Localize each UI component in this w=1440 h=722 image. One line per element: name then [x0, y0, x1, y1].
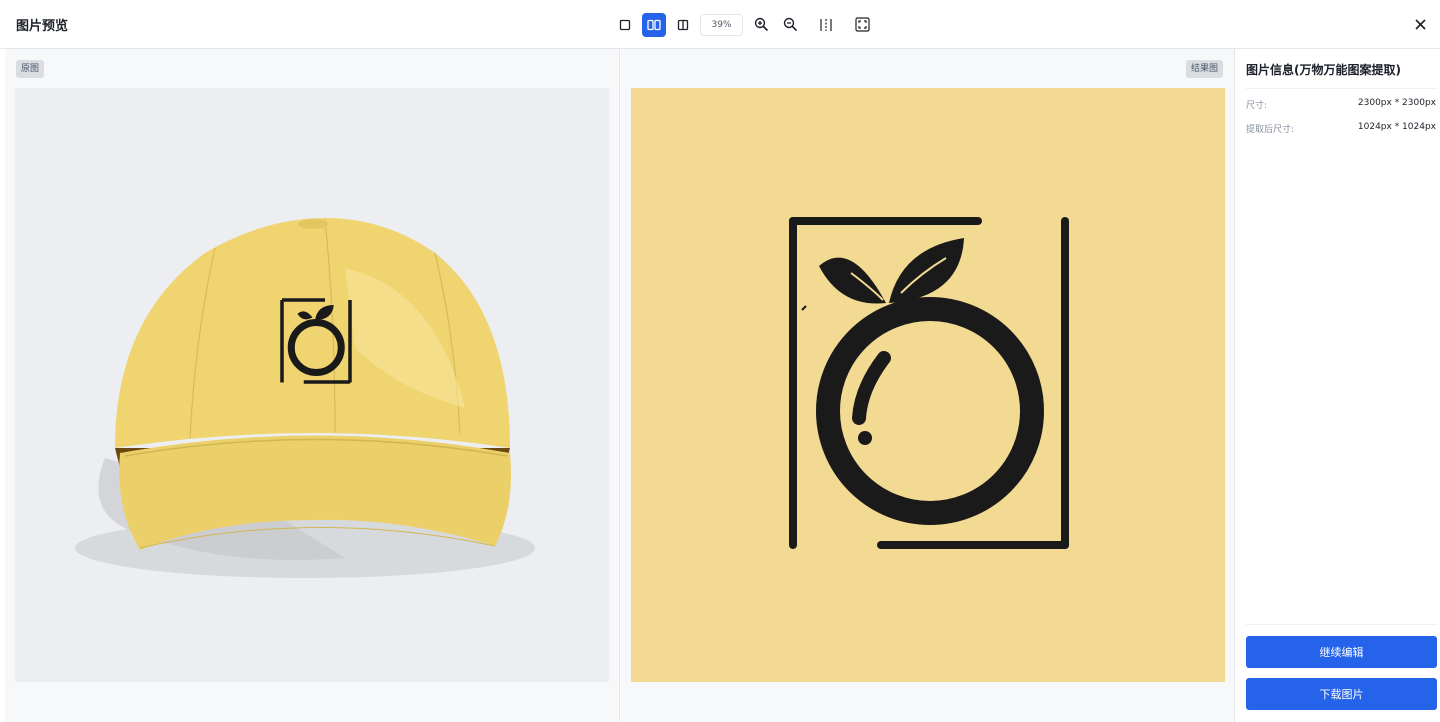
- info-row-extracted-size: 提取后尺寸: 1024px * 1024px: [1246, 122, 1436, 136]
- result-panel: 结果图: [621, 49, 1235, 722]
- result-image: [631, 88, 1225, 682]
- single-view-icon: [619, 19, 631, 30]
- continue-edit-button[interactable]: 继续编辑: [1246, 636, 1437, 668]
- split-button[interactable]: [814, 13, 838, 37]
- zoom-in-button[interactable]: [749, 13, 773, 37]
- zoom-out-button[interactable]: [778, 13, 802, 37]
- image-info-sidebar: 图片信息(万物万能图案提取) 尺寸: 2300px * 2300px 提取后尺寸…: [1236, 49, 1440, 722]
- view-toolbar: 39%: [613, 12, 879, 37]
- info-value-size: 2300px * 2300px: [1357, 98, 1436, 108]
- close-icon: [1414, 18, 1426, 30]
- close-button[interactable]: [1410, 14, 1430, 34]
- info-row-size: 尺寸: 2300px * 2300px: [1246, 98, 1436, 112]
- cap-illustration: [75, 218, 535, 578]
- zoom-in-icon: [754, 17, 768, 32]
- image-preview-dialog: 图片预览 39% 原图 结果图 图片信息(万物万能图案提取) 尺寸: 2300p…: [0, 0, 1440, 722]
- dialog-header: 图片预览 39%: [0, 0, 1440, 49]
- original-panel: 原图: [5, 49, 620, 722]
- dialog-title: 图片预览: [16, 19, 69, 34]
- original-image: [15, 88, 609, 682]
- info-divider: [1246, 88, 1437, 89]
- dual-view-icon: [647, 19, 661, 30]
- compare-view-icon: [677, 19, 689, 30]
- info-key-size: 尺寸:: [1246, 101, 1268, 111]
- zoom-level: 39%: [700, 13, 743, 36]
- zoom-out-icon: [783, 17, 797, 32]
- info-value-extracted-size: 1024px * 1024px: [1357, 122, 1436, 132]
- image-info-title: 图片信息(万物万能图案提取): [1246, 63, 1401, 77]
- split-icon: [820, 18, 832, 31]
- extracted-logo: [789, 217, 1069, 549]
- fullscreen-icon: [854, 17, 870, 32]
- actions-divider: [1246, 624, 1437, 625]
- fullscreen-button[interactable]: [850, 13, 874, 37]
- info-key-extracted-size: 提取后尺寸:: [1246, 125, 1295, 135]
- original-tag: 原图: [16, 60, 45, 78]
- dual-view-button[interactable]: [642, 12, 666, 37]
- single-view-button[interactable]: [613, 13, 637, 37]
- result-tag: 结果图: [1185, 60, 1223, 78]
- compare-view-button[interactable]: [671, 13, 695, 37]
- download-image-button[interactable]: 下载图片: [1246, 678, 1437, 710]
